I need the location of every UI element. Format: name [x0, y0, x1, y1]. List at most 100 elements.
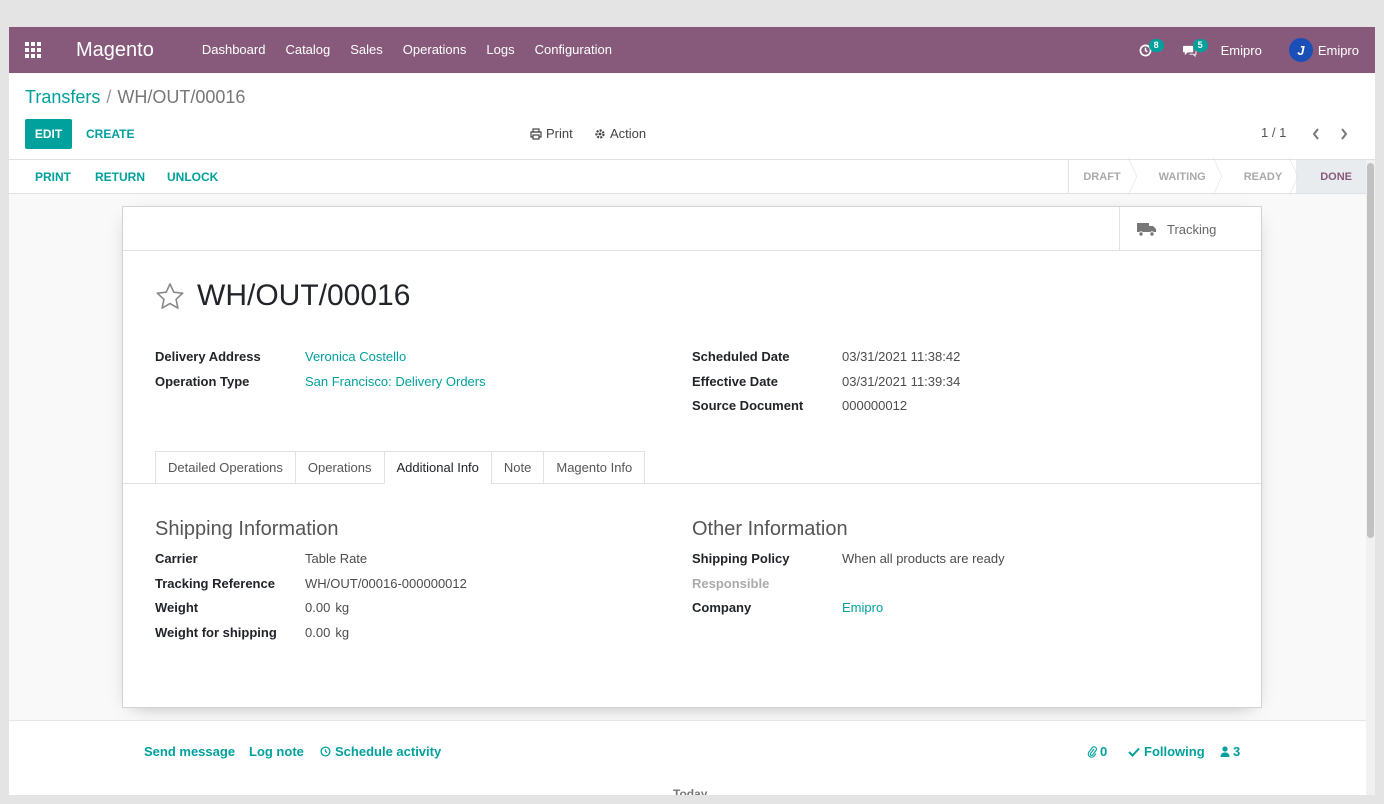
chatter: Send message Log note Schedule activity … [9, 720, 1366, 795]
stage-draft[interactable]: DRAFT [1069, 160, 1134, 193]
form-sheet: Tracking WH/OUT/00016 Delivery Address V… [122, 206, 1262, 708]
field-responsible: Responsible [692, 576, 842, 591]
field-label: Scheduled Date [692, 349, 790, 364]
unlock-button[interactable]: UNLOCK [167, 170, 218, 184]
field-tracking-reference: Tracking Reference WH/OUT/00016-00000001… [155, 576, 467, 591]
weight-for-shipping-value: 0.00 [305, 625, 331, 640]
paperclip-icon [1087, 745, 1097, 758]
message-count-badge: 5 [1192, 39, 1208, 52]
weight-for-shipping-unit: kg [335, 625, 350, 640]
edit-button[interactable]: EDIT [25, 119, 72, 149]
other-information-title: Other Information [692, 518, 848, 540]
field-shipping-policy: Shipping Policy When all products are re… [692, 551, 1005, 566]
field-label: Responsible [692, 576, 770, 591]
tracking-label: Tracking [1167, 221, 1217, 237]
app-brand[interactable]: Magento [76, 39, 154, 62]
send-message-button[interactable]: Send message [144, 744, 235, 759]
operation-type-link[interactable]: San Francisco: Delivery Orders [305, 374, 486, 389]
breadcrumb-transfers-link[interactable]: Transfers [25, 87, 100, 107]
top-navbar: Magento Dashboard Catalog Sales Operatio… [9, 27, 1375, 73]
effective-date-value: 03/31/2021 11:39:34 [842, 374, 961, 389]
field-carrier: Carrier Table Rate [155, 551, 367, 566]
menu-item-catalog[interactable]: Catalog [275, 27, 340, 73]
breadcrumb: Transfers / WH/OUT/00016 [25, 87, 245, 108]
scrollbar-thumb[interactable] [1367, 163, 1374, 538]
field-label: Company [692, 600, 752, 615]
menu-item-logs[interactable]: Logs [476, 27, 524, 73]
user-icon [1220, 746, 1230, 757]
pager-next-button[interactable] [1336, 125, 1352, 143]
company-switcher[interactable]: Emipro [1221, 43, 1262, 58]
action-label: Action [610, 126, 647, 141]
follower-count: 3 [1233, 744, 1241, 759]
field-scheduled-date: Scheduled Date 03/31/2021 11:38:42 [692, 349, 960, 364]
today-label: Today [665, 787, 716, 795]
weight-unit: kg [335, 600, 350, 615]
delivery-address-link[interactable]: Veronica Costello [305, 349, 406, 364]
chevron-left-icon [1312, 128, 1319, 140]
field-label: Tracking Reference [155, 576, 275, 591]
tracking-button[interactable]: Tracking [1119, 207, 1261, 251]
main-menu: Dashboard Catalog Sales Operations Logs … [192, 27, 622, 73]
record-name: WH/OUT/00016 [197, 279, 411, 312]
field-label: Weight [155, 600, 199, 615]
menu-item-operations[interactable]: Operations [393, 27, 477, 73]
stage-done[interactable]: DONE [1296, 160, 1366, 193]
stage-ready[interactable]: READY [1220, 160, 1297, 193]
log-note-button[interactable]: Log note [249, 744, 304, 759]
return-button[interactable]: RETURN [95, 170, 145, 184]
shipping-policy-value: When all products are ready [842, 551, 1005, 566]
menu-item-dashboard[interactable]: Dashboard [192, 27, 276, 73]
activity-button[interactable]: 8 [1133, 27, 1164, 73]
check-icon [1128, 747, 1140, 757]
messages-button[interactable]: 5 [1177, 27, 1208, 73]
source-document-value: 000000012 [842, 398, 908, 413]
attachments-button[interactable]: 0 [1087, 744, 1107, 759]
pager-previous-button[interactable] [1308, 125, 1324, 143]
menu-item-sales[interactable]: Sales [340, 27, 393, 73]
stage-waiting[interactable]: WAITING [1135, 160, 1220, 193]
print-dropdown[interactable]: Print [530, 126, 573, 141]
field-operation-type: Operation Type San Francisco: Delivery O… [155, 374, 486, 389]
user-menu[interactable]: J Emipro [1288, 38, 1359, 62]
tab-additional-info[interactable]: Additional Info [383, 451, 491, 484]
chevron-right-icon [1341, 128, 1348, 140]
notebook-tabs: Detailed Operations Operations Additiona… [155, 451, 646, 484]
field-label: Effective Date [692, 374, 778, 389]
schedule-activity-button[interactable]: Schedule activity [320, 744, 441, 759]
tab-detailed-operations[interactable]: Detailed Operations [155, 451, 295, 484]
field-weight: Weight 0.00 kg [155, 600, 349, 615]
followers-button[interactable]: 3 [1220, 744, 1240, 759]
apps-menu-icon[interactable] [9, 27, 57, 73]
tab-note[interactable]: Note [490, 451, 544, 484]
print-icon [530, 127, 542, 140]
breadcrumb-separator: / [106, 87, 112, 107]
record-title: WH/OUT/00016 [155, 279, 410, 313]
clock-icon [320, 746, 331, 757]
control-panel: Transfers / WH/OUT/00016 EDIT CREATE Print… [9, 73, 1375, 160]
page-scrollbar[interactable] [1366, 160, 1375, 795]
status-bar: PRINT RETURN UNLOCK DRAFT WAITING READY … [9, 160, 1366, 194]
user-name: Emipro [1317, 42, 1359, 58]
print-button[interactable]: PRINT [35, 170, 71, 184]
following-button[interactable]: Following [1128, 744, 1205, 759]
app-window: Magento Dashboard Catalog Sales Operatio… [9, 27, 1375, 795]
field-weight-for-shipping: Weight for shipping 0.00 kg [155, 625, 349, 640]
print-label: Print [546, 126, 573, 141]
weight-value: 0.00 [305, 600, 331, 615]
company-link[interactable]: Emipro [842, 600, 883, 615]
star-icon[interactable] [155, 282, 185, 310]
smart-button-box: Tracking [123, 207, 1261, 251]
pager-value[interactable]: 1 / 1 [1261, 125, 1286, 140]
following-label: Following [1144, 744, 1205, 759]
tab-operations[interactable]: Operations [294, 451, 384, 484]
create-button[interactable]: CREATE [86, 119, 134, 149]
avatar: J [1288, 38, 1313, 62]
systray: 8 5 Emipro J Emipro [1133, 27, 1375, 73]
field-label: Source Document [692, 398, 804, 413]
tab-magento-info[interactable]: Magento Info [543, 451, 646, 484]
action-dropdown[interactable]: Action [594, 126, 646, 141]
breadcrumb-current: WH/OUT/00016 [117, 87, 246, 107]
truck-icon [1137, 223, 1156, 237]
menu-item-configuration[interactable]: Configuration [525, 27, 622, 73]
